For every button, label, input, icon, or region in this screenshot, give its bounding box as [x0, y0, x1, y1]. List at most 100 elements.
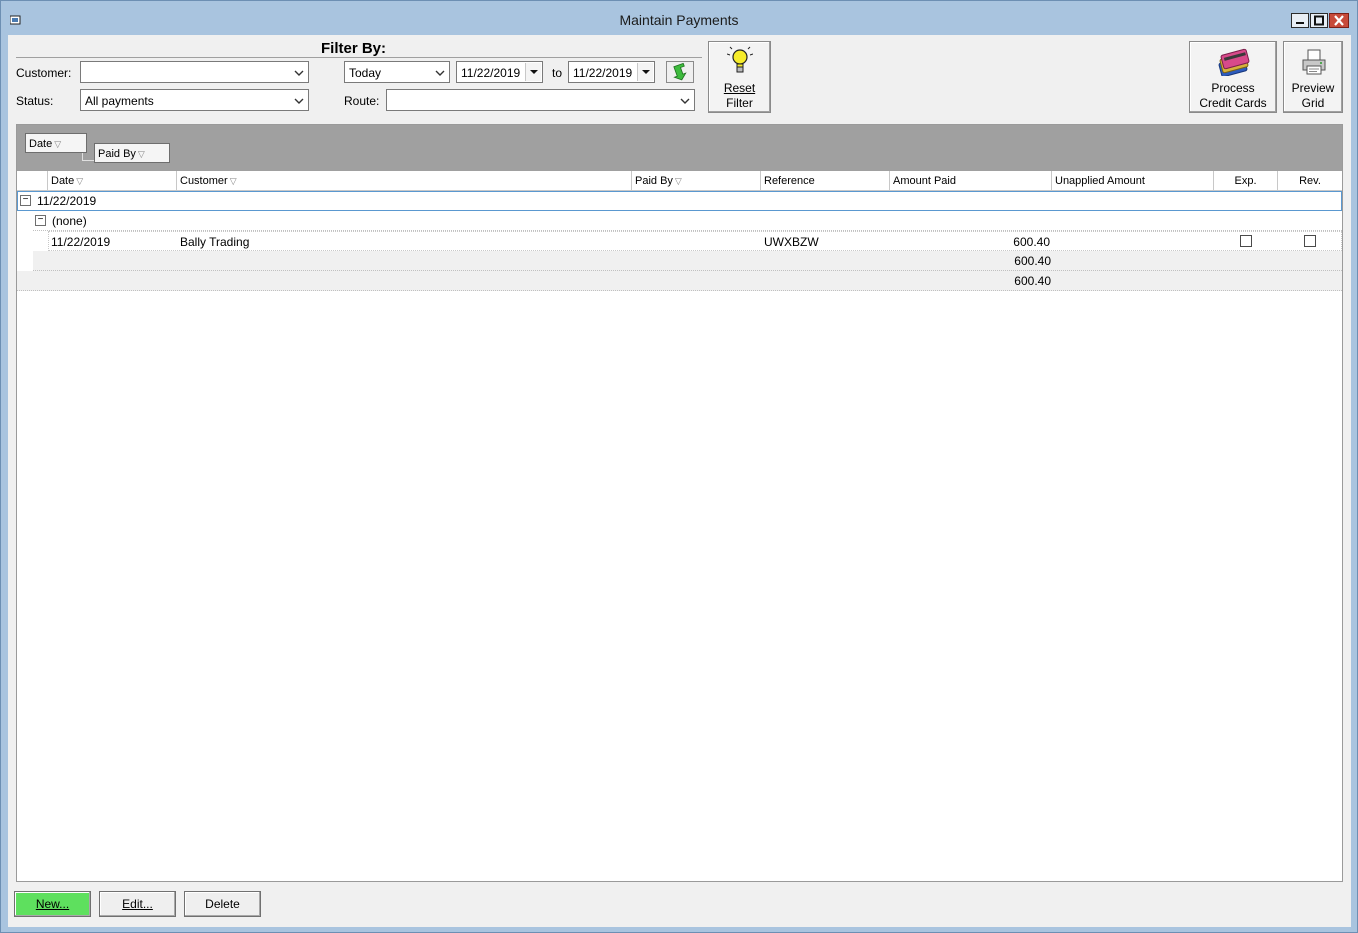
close-icon: [1334, 15, 1344, 26]
table-row[interactable]: 11/22/2019 Bally Trading UWXBZW 600.40: [48, 231, 1342, 251]
date-from-dropdown[interactable]: [525, 63, 541, 81]
minimize-button[interactable]: [1291, 13, 1309, 28]
dropdown-arrow-icon: [642, 70, 650, 74]
route-combo[interactable]: [386, 89, 695, 111]
process-credit-cards-button[interactable]: Process Credit Cards: [1189, 41, 1277, 113]
delete-button-label: Delete: [205, 897, 240, 911]
customer-combo[interactable]: [80, 61, 309, 83]
column-header-unapplied-amount-label: Unapplied Amount: [1055, 175, 1145, 187]
preview-grid-label-2: Grid: [1301, 96, 1325, 110]
dropdown-arrow-icon: [530, 70, 538, 74]
maintain-payments-window: Maintain Payments Filter By: Customer: S…: [0, 0, 1358, 933]
process-credit-cards-label-1: Process: [1211, 81, 1255, 95]
column-header-rev[interactable]: Rev.: [1278, 171, 1342, 191]
column-header-paid-by[interactable]: Paid By ▽: [632, 171, 761, 191]
column-header-unapplied-amount[interactable]: Unapplied Amount: [1052, 171, 1214, 191]
column-header-date[interactable]: Date ▽: [48, 171, 177, 191]
reset-filter-button[interactable]: Reset Filter: [708, 41, 771, 113]
maximize-button[interactable]: [1310, 13, 1328, 28]
filter-icon: ▽: [76, 176, 84, 186]
filter-icon: ▽: [229, 176, 237, 186]
date-to-picker[interactable]: 11/22/2019: [568, 61, 655, 83]
period-value: Today: [349, 66, 382, 80]
cell-customer: Bally Trading: [180, 235, 250, 249]
column-header-amount-paid[interactable]: Amount Paid: [890, 171, 1052, 191]
chevron-down-icon: [294, 98, 304, 104]
preview-grid-label-1: Preview: [1291, 81, 1335, 95]
customer-label: Customer:: [16, 66, 72, 80]
date-from-value: 11/22/2019: [461, 66, 521, 80]
collapse-icon[interactable]: −: [20, 195, 31, 206]
filter-icon: ▽: [674, 176, 682, 186]
minimize-icon: [1296, 22, 1304, 24]
group-summary-row: 600.40: [33, 251, 1342, 271]
group-connector: [82, 153, 94, 161]
date-to-label: to: [552, 66, 563, 80]
window-title: Maintain Payments: [619, 12, 739, 28]
grid-header: Date ▽ Customer ▽ Paid By ▽ Reference Amoun…: [17, 171, 1342, 191]
group-row-paid-by[interactable]: − (none): [33, 211, 1342, 231]
group-row-paid-by-label: (none): [52, 214, 87, 228]
header-indent: [17, 171, 48, 191]
column-header-paid-by-label: Paid By: [635, 175, 673, 187]
collapse-icon[interactable]: −: [35, 215, 46, 226]
chevron-down-icon: [680, 98, 690, 104]
status-label: Status:: [16, 94, 54, 108]
column-header-amount-paid-label: Amount Paid: [893, 175, 956, 187]
status-value: All payments: [85, 94, 154, 108]
group-chip-paid-by-label: Paid By: [98, 148, 136, 160]
grouping-panel: Date ▽ Paid By ▽: [17, 125, 1342, 171]
reset-filter-label-2: Filter: [726, 96, 753, 110]
date-to-dropdown[interactable]: [637, 63, 653, 81]
column-header-reference[interactable]: Reference: [761, 171, 890, 191]
cell-date: 11/22/2019: [51, 235, 111, 249]
credit-cards-icon: [1218, 48, 1250, 76]
filter-icon: ▽: [54, 139, 62, 149]
payments-grid: Date ▽ Paid By ▽ Date ▽ Customer ▽ Paid By ▽ …: [16, 124, 1343, 882]
date-to-value: 11/22/2019: [573, 66, 633, 80]
filter-heading: Filter By:: [321, 40, 387, 57]
maximize-icon: [1314, 15, 1324, 26]
close-button[interactable]: [1329, 13, 1349, 28]
status-combo[interactable]: All payments: [80, 89, 309, 111]
route-label: Route:: [344, 94, 380, 108]
edit-button[interactable]: Edit...: [99, 891, 176, 917]
total-amount-paid: 600.40: [1014, 274, 1051, 288]
subtotal-amount-paid: 600.40: [1014, 254, 1051, 268]
period-combo[interactable]: Today: [344, 61, 450, 83]
column-header-customer-label: Customer: [180, 175, 228, 187]
column-header-exp-label: Exp.: [1234, 175, 1257, 187]
chevron-down-icon: [294, 70, 304, 76]
exp-checkbox[interactable]: [1240, 235, 1252, 247]
title-bar[interactable]: Maintain Payments: [1, 1, 1357, 35]
group-row-date-label: 11/22/2019: [37, 194, 97, 208]
preview-grid-button[interactable]: Preview Grid: [1283, 41, 1343, 113]
group-chip-paid-by[interactable]: Paid By ▽: [94, 143, 170, 163]
date-from-picker[interactable]: 11/22/2019: [456, 61, 543, 83]
grand-total-row: 600.40: [17, 271, 1342, 291]
column-header-date-label: Date: [51, 175, 75, 187]
filter-divider: [16, 57, 702, 58]
cell-amount-paid: 600.40: [1013, 235, 1050, 249]
column-header-reference-label: Reference: [764, 175, 815, 187]
group-row-date[interactable]: − 11/22/2019: [17, 191, 1342, 211]
edit-button-label: Edit...: [122, 897, 153, 911]
printer-icon: [1302, 49, 1326, 75]
column-header-exp[interactable]: Exp.: [1214, 171, 1278, 191]
apply-filter-button[interactable]: [666, 61, 694, 83]
column-header-customer[interactable]: Customer ▽: [177, 171, 632, 191]
new-button-label: New...: [35, 897, 70, 911]
lightbulb-icon: [727, 46, 753, 73]
chevron-down-icon: [435, 70, 445, 76]
group-chip-date-label: Date: [29, 138, 53, 150]
rev-checkbox[interactable]: [1304, 235, 1316, 247]
client-area: Filter By: Customer: Status: All payment…: [8, 35, 1351, 927]
column-header-rev-label: Rev.: [1299, 175, 1321, 187]
refresh-arrow-icon: [673, 62, 687, 81]
filter-icon: ▽: [137, 149, 145, 159]
delete-button[interactable]: Delete: [184, 891, 261, 917]
cell-reference: UWXBZW: [764, 235, 819, 249]
new-button[interactable]: New...: [14, 891, 91, 917]
reset-filter-label-1: Reset: [723, 81, 756, 95]
group-chip-date[interactable]: Date ▽: [25, 133, 87, 153]
